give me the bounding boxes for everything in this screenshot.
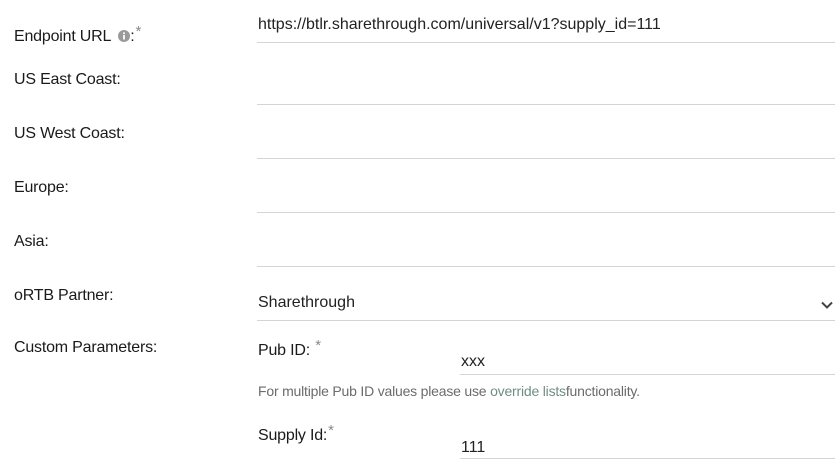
- chevron-down-icon[interactable]: [821, 301, 833, 309]
- ortb-partner-selected: Sharethrough: [258, 294, 355, 311]
- us-east-coast-label: US East Coast:: [14, 71, 121, 88]
- pub-id-input[interactable]: xxx: [460, 352, 835, 375]
- supply-id-input[interactable]: 111: [460, 436, 835, 459]
- custom-parameters-label: Custom Parameters:: [14, 339, 158, 356]
- endpoint-url-colon: :: [130, 28, 135, 45]
- help-text-suffix: functionality.: [565, 383, 640, 399]
- supply-id-label-text: Supply Id:: [258, 427, 328, 444]
- us-west-coast-label: US West Coast:: [14, 125, 125, 142]
- asia-label: Asia:: [14, 233, 49, 250]
- pub-id-label: Pub ID: *: [258, 337, 321, 360]
- endpoint-url-value: https://btlr.sharethrough.com/universal/…: [258, 16, 661, 33]
- required-marker: *: [328, 422, 334, 439]
- help-text-prefix: For multiple Pub ID values please use: [258, 383, 491, 399]
- ortb-partner-label: oRTB Partner:: [14, 287, 114, 304]
- europe-input[interactable]: [257, 190, 835, 213]
- endpoint-url-input[interactable]: https://btlr.sharethrough.com/universal/…: [257, 16, 835, 43]
- ortb-partner-select[interactable]: Sharethrough: [257, 294, 835, 321]
- endpoint-url-label-text: Endpoint URL: [14, 28, 112, 45]
- europe-label: Europe:: [14, 179, 69, 196]
- required-marker: *: [315, 337, 321, 354]
- endpoint-url-label: Endpoint URL:*: [14, 23, 141, 46]
- us-east-coast-input[interactable]: [257, 82, 835, 105]
- pub-id-label-text: Pub ID:: [258, 342, 310, 359]
- supply-id-label: Supply Id:*: [258, 422, 334, 445]
- pub-id-value: xxx: [461, 353, 485, 370]
- supply-id-value: 111: [461, 439, 486, 456]
- pub-id-help-text: For multiple Pub ID values please use ov…: [258, 383, 640, 399]
- required-marker: *: [135, 23, 142, 40]
- info-icon[interactable]: [118, 29, 131, 42]
- us-west-coast-input[interactable]: [257, 136, 835, 159]
- asia-input[interactable]: [257, 244, 835, 267]
- override-lists-link[interactable]: override lists: [490, 383, 566, 399]
